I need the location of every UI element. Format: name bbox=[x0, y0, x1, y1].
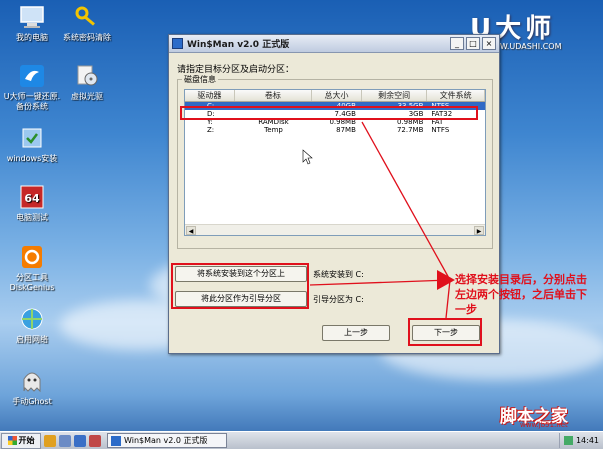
instruction-annotation: 选择安装目录后，分别点击左边两个按钮，之后单击下一步 bbox=[455, 273, 587, 316]
taskbar-item-winsman[interactable]: Win$Man v2.0 正式版 bbox=[107, 433, 227, 448]
windows-logo-icon bbox=[7, 436, 17, 445]
mouse-cursor-icon bbox=[302, 149, 313, 165]
start-label: 开始 bbox=[18, 436, 35, 445]
tray-network-icon[interactable] bbox=[563, 436, 573, 445]
clock: 14:41 bbox=[575, 436, 599, 445]
annotation-arrows bbox=[302, 121, 455, 319]
site-url: www.jb51.net bbox=[520, 421, 568, 429]
app-icon bbox=[111, 435, 121, 446]
taskbar: 开始 Win$Man v2.0 正式版 14:41 bbox=[0, 431, 603, 449]
quicklaunch-desktop-icon[interactable] bbox=[74, 434, 86, 447]
quicklaunch-folder-icon[interactable] bbox=[44, 434, 56, 447]
start-button[interactable]: 开始 bbox=[1, 432, 41, 449]
system-tray: 14:41 bbox=[558, 433, 603, 448]
quicklaunch-tool-icon[interactable] bbox=[89, 434, 101, 447]
quicklaunch-screen-icon[interactable] bbox=[59, 434, 71, 447]
taskbar-item-label: Win$Man v2.0 正式版 bbox=[124, 436, 208, 445]
